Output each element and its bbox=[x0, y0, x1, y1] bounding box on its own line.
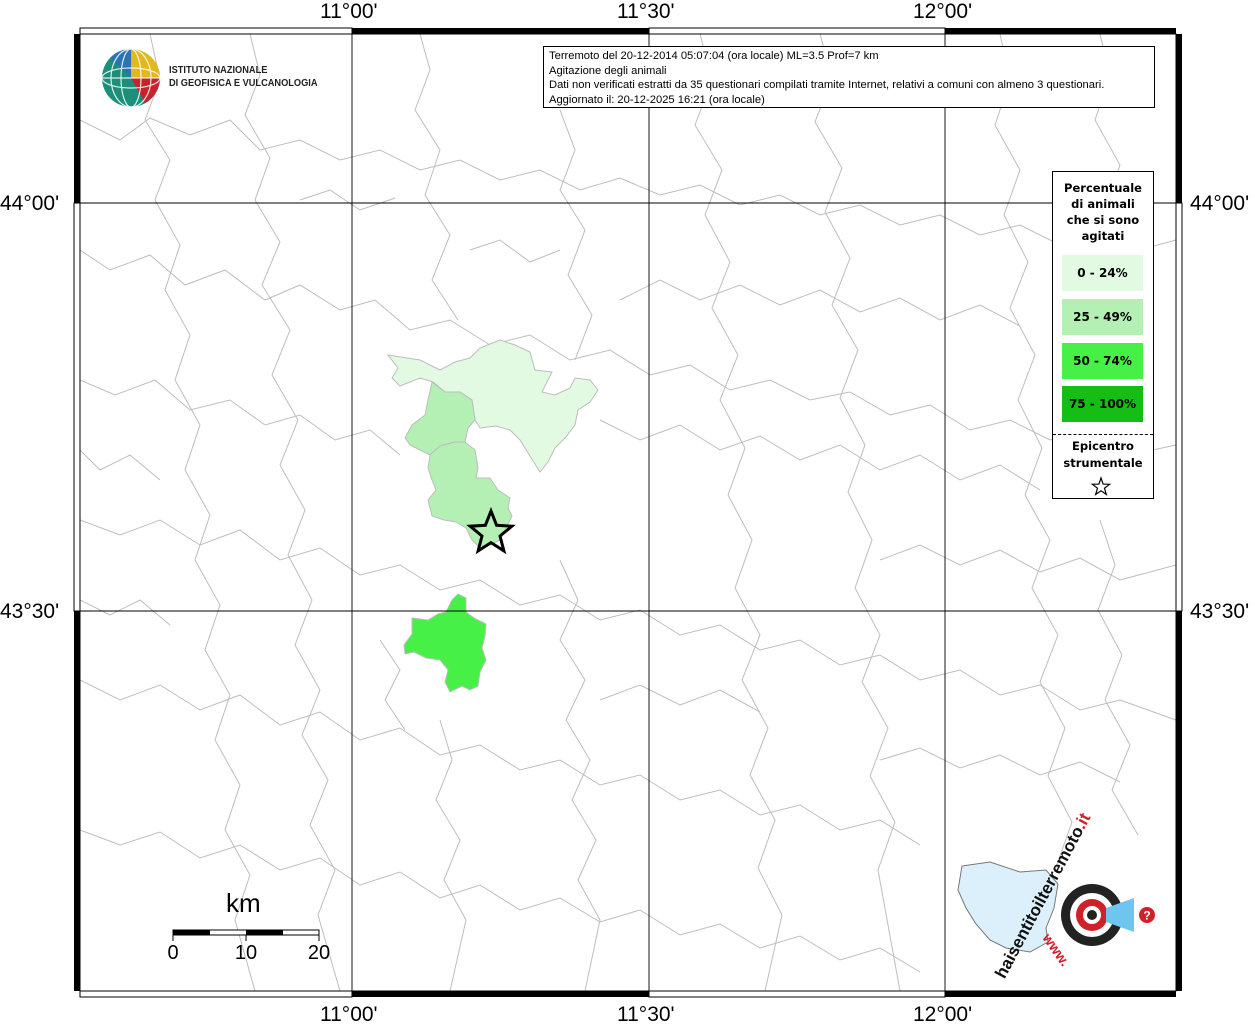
lon-label-bottom-1: 11°00' bbox=[320, 1003, 378, 1026]
lon-label-bottom-3: 12°00' bbox=[913, 1003, 973, 1026]
scale-unit: km bbox=[226, 888, 261, 918]
legend-item-0-24: 0 - 24% bbox=[1062, 255, 1143, 291]
lat-label-right-2: 43°30' bbox=[1190, 600, 1250, 623]
svg-text:?: ? bbox=[1143, 909, 1150, 923]
legend-separator bbox=[1053, 434, 1153, 435]
hst-watermark: ? haisentitoilterremoto.it www. bbox=[957, 810, 1155, 981]
legend-title: Percentuale di animali che si sono agita… bbox=[1053, 172, 1153, 244]
lon-label-top-1: 11°00' bbox=[320, 0, 378, 23]
municipal-boundaries bbox=[80, 34, 1176, 991]
lon-label-bottom-2: 11°30' bbox=[617, 1003, 675, 1026]
legend-star-icon bbox=[1090, 476, 1112, 496]
ingv-line-1: ISTITUTO NAZIONALE bbox=[169, 64, 268, 76]
scale-tick-0: 0 bbox=[167, 942, 179, 964]
map-canvas: ? haisentitoilterremoto.it www. bbox=[73, 27, 1183, 998]
legend-title-line: agitati bbox=[1081, 229, 1125, 243]
ingv-globe-icon bbox=[101, 48, 161, 108]
legend-item-25-49: 25 - 49% bbox=[1062, 299, 1143, 335]
legend-title-line: di animali bbox=[1071, 197, 1135, 211]
hst-www-text: www. bbox=[1039, 929, 1073, 969]
lon-label-top-3: 12°00' bbox=[913, 0, 973, 23]
event-info-box: Terremoto del 20-12-2014 05:07:04 (ora l… bbox=[543, 46, 1155, 108]
event-line-1: Terremoto del 20-12-2014 05:07:04 (ora l… bbox=[549, 50, 879, 62]
municipality-0-24-north bbox=[386, 339, 599, 473]
map-frame bbox=[73, 27, 1183, 998]
legend-epicenter-line: Epicentro bbox=[1072, 439, 1134, 453]
legend-item-75-100: 75 - 100% bbox=[1062, 386, 1143, 422]
legend-item-50-74: 50 - 74% bbox=[1062, 343, 1143, 379]
lat-label-left-1: 44°00' bbox=[0, 192, 60, 215]
scale-tick-10: 10 bbox=[234, 942, 258, 964]
legend-title-line: Percentuale bbox=[1064, 181, 1142, 195]
lon-label-top-2: 11°30' bbox=[617, 0, 675, 23]
legend-epicenter-label: Epicentro strumentale bbox=[1053, 438, 1153, 472]
target-icon bbox=[1061, 884, 1134, 946]
scale-tick-20: 20 bbox=[307, 942, 331, 964]
ingv-logo-text: ISTITUTO NAZIONALE DI GEOFISICA E VULCAN… bbox=[169, 64, 318, 90]
municipality-50-74 bbox=[403, 593, 487, 693]
lat-label-right-1: 44°00' bbox=[1190, 192, 1250, 215]
ingv-line-2: DI GEOFISICA E VULCANOLOGIA bbox=[169, 77, 318, 89]
legend-title-line: che si sono bbox=[1066, 213, 1140, 227]
scale-bar bbox=[172, 929, 320, 941]
legend: Percentuale di animali che si sono agita… bbox=[1052, 171, 1154, 499]
legend-epicenter-line: strumentale bbox=[1063, 456, 1143, 470]
municipality-25-49-south bbox=[427, 441, 513, 547]
lat-label-left-2: 43°30' bbox=[0, 600, 60, 623]
event-line-2: Agitazione degli animali bbox=[549, 64, 667, 77]
event-line-4: Aggiornato il: 20-12-2025 16:21 (ora loc… bbox=[549, 94, 765, 107]
event-line-3: Dati non verificati estratti da 35 quest… bbox=[549, 79, 1105, 92]
